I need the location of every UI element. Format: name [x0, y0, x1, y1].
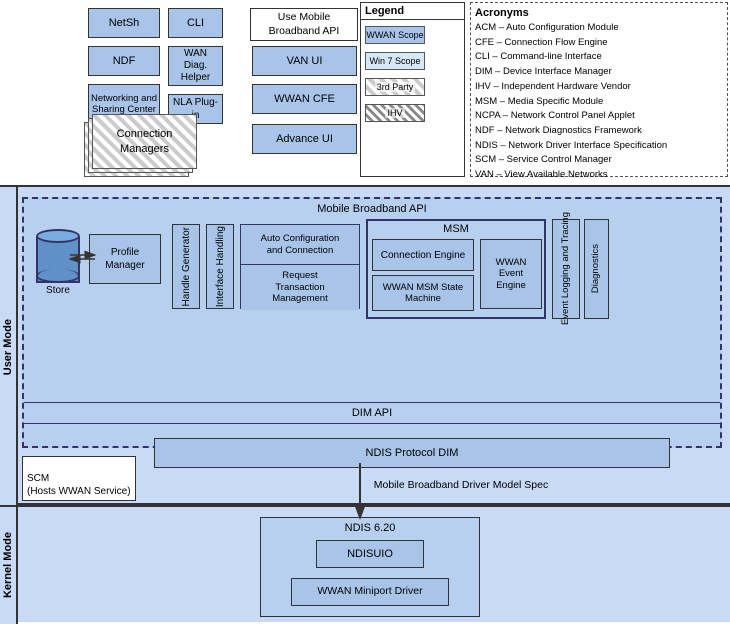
auto-config-container: Auto Configuration and Connection Reques… [240, 224, 360, 309]
user-mode-label: User Mode [0, 187, 18, 507]
legend-wwan-scope: WWAN Scope [365, 24, 460, 46]
ndisuio-box: NDISUIO [316, 540, 424, 568]
win7-scope-swatch: Win 7 Scope [365, 52, 425, 70]
wwan-msm-state-box: WWAN MSM State Machine [372, 275, 474, 311]
msm-outer-box: MSM Connection Engine WWAN Event Engine … [366, 219, 546, 319]
wwan-miniport-box: WWAN Miniport Driver [291, 578, 449, 606]
request-transaction-box: Request Transaction Management [241, 265, 359, 310]
kernel-mode-label: Kernel Mode [0, 507, 18, 624]
third-party-swatch: 3rd Party [365, 78, 425, 96]
legend-win7-scope: Win 7 Scope [365, 50, 460, 72]
kernel-mode-section: Kernel Mode NDIS 6.20 NDISUIO WWAN Minip… [0, 505, 730, 622]
mobile-broadband-api-label: Mobile Broadband API [24, 203, 720, 215]
use-mobile-broadband-label: Use Mobile Broadband API [250, 8, 358, 41]
advance-ui-box: Advance UI [252, 124, 357, 154]
handle-generator-box: Handle Generator [172, 224, 200, 309]
acronyms-text: ACM – Auto Configuration Module CFE – Co… [475, 21, 723, 198]
legend-title: Legend [361, 3, 464, 20]
conn-mgr-box1: Connection Managers [92, 114, 197, 169]
driver-spec-label: Mobile Broadband Driver Model Spec [200, 479, 722, 491]
ndf-box: NDF [88, 46, 160, 76]
profile-manager-box: Profile Manager [89, 234, 161, 284]
wwan-scope-swatch: WWAN Scope [365, 26, 425, 44]
legend-ihv: IHV [365, 102, 460, 124]
diagnostics-box: Diagnostics [584, 219, 609, 319]
connection-engine-box: Connection Engine [372, 239, 474, 271]
wan-diag-box: WAN Diag. Helper [168, 46, 223, 86]
user-mode-section: User Mode Mobile Broadband API Store Pro… [0, 185, 730, 505]
van-ui-box: VAN UI [252, 46, 357, 76]
acronyms-box: Acronyms ACM – Auto Configuration Module… [470, 2, 728, 177]
legend-third-party: 3rd Party [365, 76, 460, 98]
netsh-box: NetSh [88, 8, 160, 38]
diagram-container: NetSh CLI NDF WAN Diag. Helper Networkin… [0, 0, 730, 622]
interface-handling-box: Interface Handling [206, 224, 234, 309]
ndis-620-container: NDIS 6.20 NDISUIO WWAN Miniport Driver [260, 517, 480, 617]
auto-config-box: Auto Configuration and Connection [241, 225, 359, 265]
legend-box: Legend WWAN Scope Win 7 Scope 3rd Party [360, 2, 465, 177]
scm-label: SCM (Hosts WWAN Service) [22, 456, 136, 501]
cli-box: CLI [168, 8, 223, 38]
msm-label: MSM [368, 223, 544, 235]
top-section: NetSh CLI NDF WAN Diag. Helper Networkin… [0, 0, 730, 185]
mobile-broadband-api-container: Mobile Broadband API Store Profile Manag… [22, 197, 722, 448]
store-container: Store [34, 229, 82, 296]
wwan-event-engine-box: WWAN Event Engine [480, 239, 542, 309]
ndis-protocol-dim-box: NDIS Protocol DIM [154, 438, 670, 468]
dim-api-bar: DIM API [24, 402, 720, 424]
acronyms-title: Acronyms [475, 7, 723, 19]
ihv-swatch: IHV [365, 104, 425, 122]
ndis-620-label: NDIS 6.20 [261, 522, 479, 534]
event-logging-box: Event Logging and Tracing [552, 219, 580, 319]
wwan-cfe-box: WWAN CFE [252, 84, 357, 114]
